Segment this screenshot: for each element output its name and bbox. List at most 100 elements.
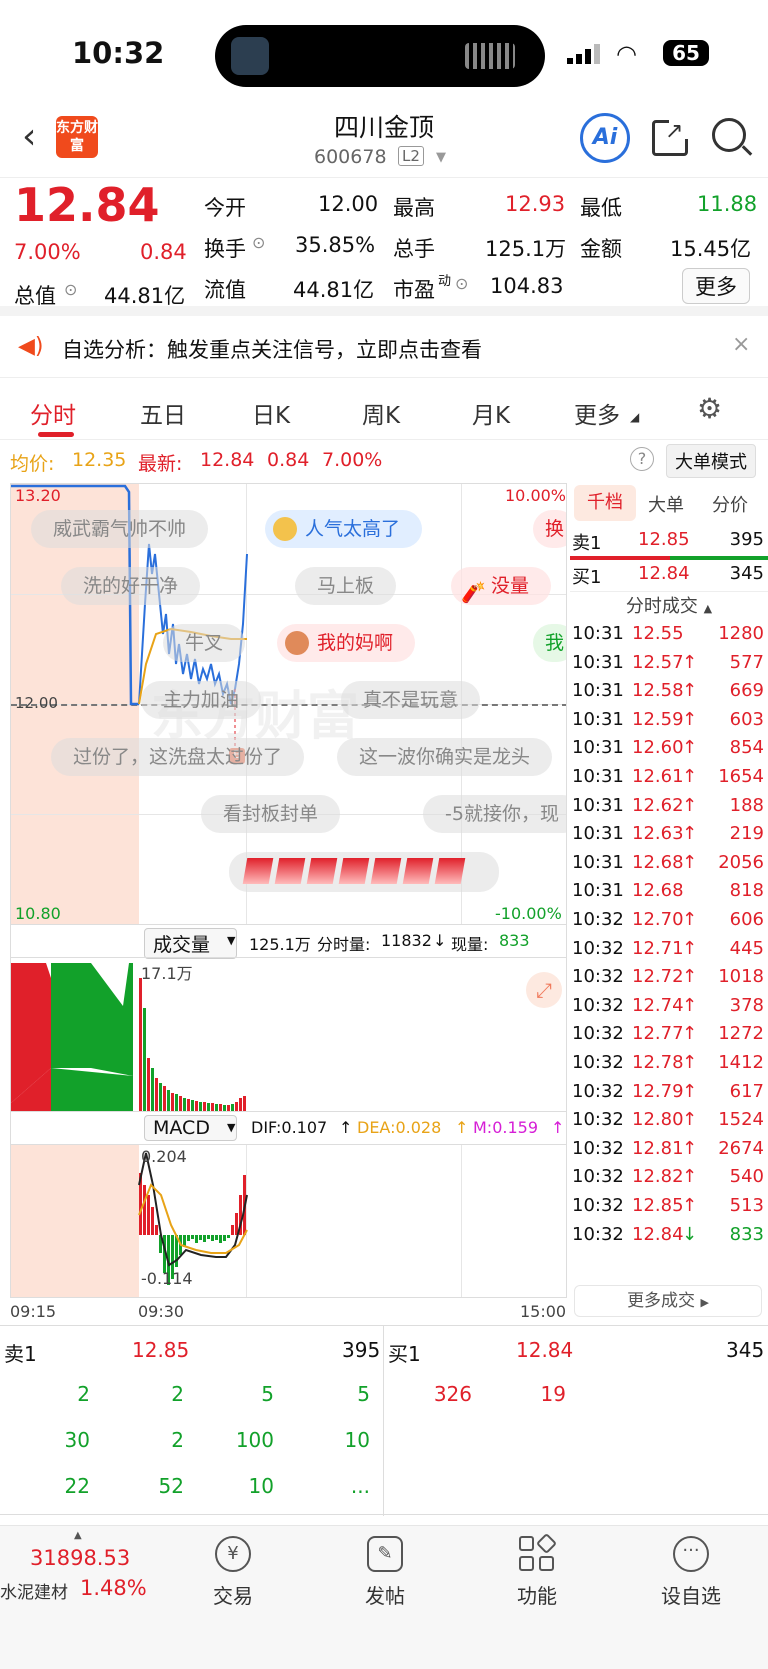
trade-direction-icon: ↑ (682, 909, 698, 930)
trade-direction-icon: ↑ (682, 737, 698, 759)
trade-price: 12.57 (632, 651, 684, 673)
macd-top-label: 0.204 (141, 1147, 187, 1166)
trade-volume: 1524 (718, 1109, 764, 1131)
tab-week-k[interactable]: 周K (362, 396, 400, 430)
nav-trade[interactable]: ¥ 交易 (178, 1536, 288, 1609)
trade-row: 10:32 12.71 ↑ 445 (570, 938, 768, 968)
quote-panel: 12.84 7.00% 0.84 总值 ⊙ 44.81亿 今开 12.00 最高… (0, 178, 768, 316)
danmu-comment: 马上板 (295, 567, 397, 605)
danmu-comment: 这一波你确实是龙头 (337, 738, 553, 776)
trade-price: 12.74 (632, 994, 684, 1016)
help-icon[interactable]: ? (630, 447, 654, 471)
chevron-right-icon: ▶ (700, 1296, 709, 1309)
notice-bar[interactable]: ◀) 自选分析：触发重点关注信号，立即点击查看 × (0, 316, 768, 378)
close-icon[interactable]: × (732, 332, 750, 357)
tab-intraday[interactable]: 分时 (30, 396, 76, 430)
book-buy-price: 12.84 (516, 1338, 574, 1362)
trades-title[interactable]: 分时成交 ▲ (570, 591, 768, 621)
danmu-comment: 换 (533, 510, 566, 548)
status-bar: 10:32 ◠ 65 (0, 0, 768, 108)
nav-post[interactable]: ✎ 发帖 (330, 1536, 440, 1609)
trade-price: 12.58 (632, 680, 684, 702)
buy-sell-ratio-bar (570, 556, 768, 560)
trade-direction-icon: ↑ (682, 937, 698, 959)
trade-volume: 2056 (718, 851, 764, 873)
big-order-button[interactable]: 大单模式 (666, 444, 756, 478)
code-dropdown-icon[interactable]: ▼ (436, 150, 446, 165)
macd-chart[interactable]: 0.204 -0.114 (10, 1144, 567, 1298)
ai-button[interactable]: Ai (580, 113, 630, 163)
trade-time: 10:31 (572, 880, 624, 902)
trade-row: 10:32 12.82 ↑ 540 (570, 1166, 768, 1196)
waveform-icon (465, 43, 515, 69)
book-buy-label: 买1 (388, 1342, 421, 1366)
last-pct: 7.00% (322, 449, 383, 471)
last-price: 12.84 (14, 178, 160, 232)
level-badge[interactable]: L2 (398, 146, 424, 166)
dropdown-icon[interactable]: ▼ (227, 934, 235, 947)
sell-queue-cell: ... (350, 1474, 370, 1498)
float-label: 流值 (204, 278, 246, 302)
trade-row: 10:32 12.80 ↑ 1524 (570, 1109, 768, 1139)
book-buy-vol: 345 (726, 1338, 765, 1362)
trade-row: 10:31 12.55 1280 (570, 623, 768, 653)
dropdown-icon[interactable]: ▼ (227, 1121, 235, 1134)
avg-label: 均价: (10, 453, 55, 475)
trade-direction-icon: ↑ (682, 994, 698, 1016)
trade-direction-icon: ↑ (682, 651, 698, 673)
trade-price: 12.82 (632, 1166, 684, 1188)
tab-more[interactable]: 更多 (574, 396, 620, 430)
trade-row: 10:32 12.79 ↑ 617 (570, 1081, 768, 1111)
pe-info-icon[interactable]: ⊙ (455, 274, 468, 293)
pe-label: 市盈 (393, 278, 435, 302)
volume-indicator-select[interactable]: 成交量 (144, 928, 238, 959)
more-dots-icon: ··· (673, 1536, 709, 1572)
index-name[interactable]: 水泥建材 (0, 1578, 68, 1603)
trade-panel: 千档 大单 分价 卖1 12.85 395 买1 12.84 345 分时成交 … (570, 483, 768, 1318)
trade-direction-icon: ↑ (682, 708, 698, 730)
nav-trade-label: 交易 (213, 1584, 253, 1608)
tab-big-order[interactable]: 大单 (648, 491, 684, 517)
trade-price: 12.68 (632, 851, 684, 873)
nav-add-watchlist-label: 设自选 (661, 1584, 721, 1608)
search-icon[interactable] (712, 118, 753, 156)
mcap-info-icon[interactable]: ⊙ (64, 280, 77, 299)
up-arrow-icon: ↑ (339, 1118, 353, 1137)
share-icon[interactable]: ↗ (652, 115, 693, 156)
turnover-info-icon[interactable]: ⊙ (252, 233, 265, 252)
more-button[interactable]: 更多 (682, 268, 750, 304)
notice-text: 自选分析：触发重点关注信号，立即点击查看 (62, 338, 482, 362)
high-value: 12.93 (505, 192, 566, 216)
tab-day-k[interactable]: 日K (252, 396, 290, 430)
mcap-label: 总值 (14, 284, 56, 308)
more-trades-button[interactable]: 更多成交 ▶ (574, 1285, 762, 1317)
book-sell-label: 卖1 (4, 1342, 37, 1366)
flag-icon (306, 858, 338, 884)
trade-direction-icon: ↑ (682, 823, 698, 845)
tab-five-day[interactable]: 五日 (140, 396, 186, 430)
tab-price-split[interactable]: 分价 (712, 491, 748, 517)
danmu-text: 没量 (491, 575, 530, 597)
trade-time: 10:32 (572, 1109, 624, 1131)
settings-gear-icon[interactable]: ⚙ (697, 392, 722, 425)
sell-queue-cell: 2 (171, 1382, 184, 1406)
trade-time: 10:32 (572, 1223, 624, 1245)
y-max-label: 13.20 (15, 486, 61, 505)
macd-indicator-select[interactable]: MACD (144, 1115, 237, 1141)
nav-functions[interactable]: 功能 (482, 1532, 592, 1609)
trades-title-text: 分时成交 (625, 596, 698, 617)
more-dropdown-icon[interactable]: ◢ (630, 410, 639, 424)
tab-thousand-level[interactable]: 千档 (574, 485, 636, 521)
time-end: 15:00 (520, 1302, 567, 1321)
tab-month-k[interactable]: 月K (472, 396, 510, 430)
index-value[interactable]: 31898.53 (30, 1546, 130, 1570)
trade-yen-icon: ¥ (215, 1536, 251, 1572)
mcap-value: 44.81亿 (104, 284, 186, 308)
volume-bars-svg (11, 963, 246, 1111)
intraday-chart[interactable]: B 13.20 10.80 10.00% -10.00% 12.00 东方财富 … (10, 483, 567, 925)
chart-info-bar: 均价: 12.35 最新: 12.84 0.84 7.00% ? 大单模式 (0, 441, 768, 479)
expand-icon[interactable]: ⤢ (526, 972, 562, 1008)
buy-price: 12.84 (638, 563, 690, 584)
volume-chart[interactable]: 17.1万 ⤢ (10, 957, 567, 1112)
nav-add-watchlist[interactable]: ··· 设自选 (636, 1536, 746, 1609)
